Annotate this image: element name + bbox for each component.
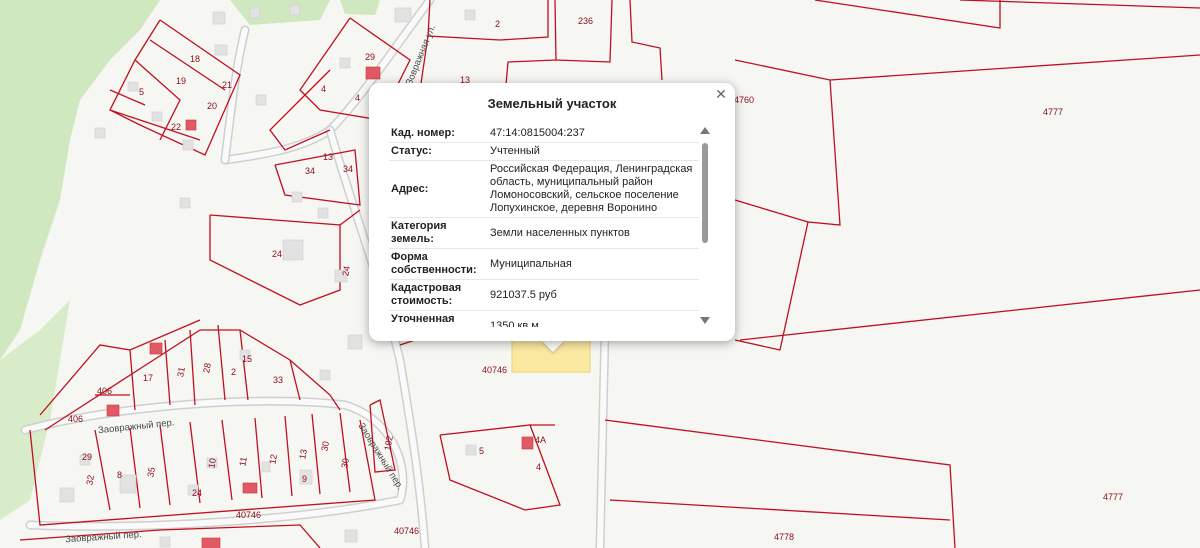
table-row: Статус: Учтенный (389, 142, 699, 161)
plot-number: 4777 (1043, 107, 1063, 117)
plot-number: 32 (84, 474, 96, 486)
properties-table: Кад. номер: 47:14:0815004:237 Статус: Уч… (389, 125, 699, 327)
plot-number: 40746 (394, 526, 419, 536)
property-key: Категория земель: (389, 217, 488, 249)
plot-number: 28 (201, 362, 213, 374)
plot-number: 12 (267, 453, 279, 465)
plot-number: 31 (175, 366, 187, 378)
plot-number: 29 (365, 52, 375, 62)
close-icon[interactable]: ✕ (714, 87, 728, 101)
plot-number: 18 (190, 54, 200, 64)
plot-number: 40746 (482, 365, 507, 375)
plot-number: 5 (479, 446, 484, 456)
table-row: Форма собственности: Муниципальная (389, 248, 699, 280)
property-value: 1350 кв.м (488, 310, 699, 327)
property-value: Российская Федерация, Ленинградская обла… (488, 160, 699, 218)
plot-number: 30 (339, 457, 351, 469)
popup-title: Земельный участок (487, 96, 617, 111)
plot-number: 9 (302, 474, 307, 484)
property-key: Кадастровая стоимость: (389, 279, 488, 311)
popup-body[interactable]: Кад. номер: 47:14:0815004:237 Статус: Уч… (389, 125, 699, 327)
plot-number: 24 (340, 265, 352, 277)
plot-number: 15 (242, 354, 252, 364)
plot-number: 2 (495, 19, 500, 29)
property-key: Уточненная площадь: (389, 310, 488, 327)
street-label: Заовражный пер. (98, 417, 175, 436)
plot-number: 22 (171, 122, 181, 132)
plot-number: 4 (321, 84, 326, 94)
plot-number: 33 (273, 375, 283, 385)
parcel-info-popup: Земельный участок ✕ Кад. номер: 47:14:08… (369, 83, 735, 341)
plot-number: 34 (305, 166, 315, 176)
scrollbar-thumb[interactable] (702, 143, 708, 243)
plot-number: 4A (535, 435, 546, 445)
table-row: Уточненная площадь: 1350 кв.м (389, 310, 699, 327)
plot-number: 13 (323, 152, 333, 162)
property-value: Учтенный (488, 142, 699, 161)
property-key: Адрес: (389, 160, 488, 218)
plot-number: 4 (355, 93, 360, 103)
scroll-up-arrow-icon[interactable] (700, 127, 710, 134)
plot-number: 35 (145, 466, 157, 478)
plot-number: 21 (222, 80, 232, 90)
popup-pointer (541, 340, 565, 352)
plot-number: 20 (207, 101, 217, 111)
plot-number: 4 (536, 462, 541, 472)
table-row: Кад. номер: 47:14:0815004:237 (389, 125, 699, 143)
property-value: 921037.5 руб (488, 279, 699, 311)
plot-number: 13 (297, 448, 309, 460)
plot-number: 4777 (1103, 492, 1123, 502)
plot-number: 4760 (734, 95, 754, 105)
plot-number: 10 (206, 457, 218, 469)
forest-area (340, 0, 380, 15)
scroll-down-arrow-icon[interactable] (700, 317, 710, 324)
plot-number: 34 (343, 164, 353, 174)
table-row: Адрес: Российская Федерация, Ленинградск… (389, 160, 699, 218)
plot-number: 236 (578, 16, 593, 26)
plot-number: 11 (237, 456, 248, 467)
plot-number: 8 (117, 470, 122, 480)
street-label: Заовражный пер. (65, 529, 142, 545)
property-value: Земли населенных пунктов (488, 217, 699, 249)
property-key: Форма собственности: (389, 248, 488, 280)
plot-number: 5 (139, 87, 144, 97)
plot-number: 40746 (236, 510, 261, 520)
plot-number: 17 (143, 373, 153, 383)
road (222, 27, 248, 163)
property-key: Статус: (389, 142, 488, 161)
forest-area (0, 0, 160, 360)
plot-number: 24 (272, 249, 282, 259)
plot-number: 19 (176, 76, 186, 86)
table-row: Кадастровая стоимость: 921037.5 руб (389, 279, 699, 311)
property-value: Муниципальная (488, 248, 699, 280)
plot-number: 4778 (774, 532, 794, 542)
plot-number: 30 (319, 440, 331, 452)
plot-number: 406 (68, 414, 83, 424)
property-key: Кад. номер: (389, 125, 488, 143)
forest-area (230, 0, 330, 25)
table-row: Категория земель: Земли населенных пункт… (389, 217, 699, 249)
plot-number: 29 (82, 452, 92, 462)
plot-number: 406 (97, 386, 112, 396)
property-value: 47:14:0815004:237 (488, 125, 699, 143)
plot-number: 24 (192, 488, 202, 498)
plot-number: 2 (231, 367, 236, 377)
